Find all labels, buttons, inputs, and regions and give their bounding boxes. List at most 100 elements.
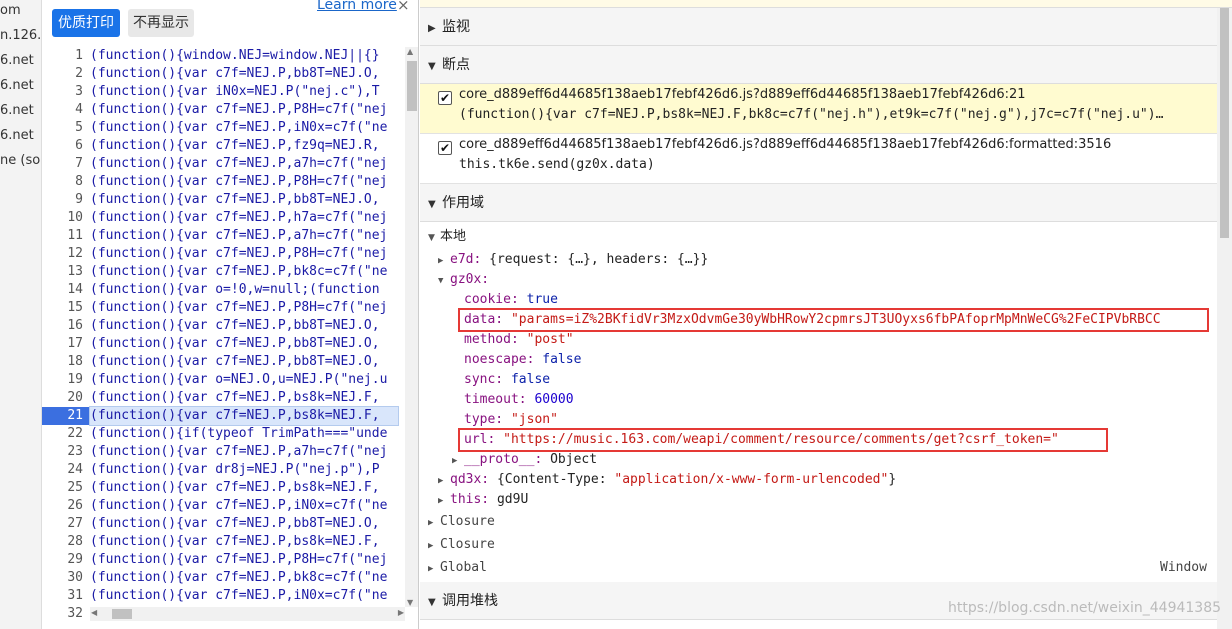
prop-method[interactable]: method: "post" — [464, 330, 574, 350]
code-line[interactable]: 20 (function(){var c7f=NEJ.P,bs8k=NEJ.F, — [42, 389, 418, 407]
code-line[interactable]: 8 (function(){var c7f=NEJ.P,P8H=c7f("nej — [42, 173, 418, 191]
code-line[interactable]: 16 (function(){var c7f=NEJ.P,bb8T=NEJ.O, — [42, 317, 418, 335]
line-number[interactable]: 8 — [42, 173, 90, 191]
code-line[interactable]: 26 (function(){var c7f=NEJ.P,iN0x=c7f("ne — [42, 497, 418, 515]
line-number[interactable]: 4 — [42, 101, 90, 119]
code-line[interactable]: 3 (function(){var iN0x=NEJ.P("nej.c"),T — [42, 83, 418, 101]
code-line[interactable]: 10 (function(){var c7f=NEJ.P,h7a=c7f("nej — [42, 209, 418, 227]
line-number[interactable]: 3 — [42, 83, 90, 101]
scroll-right-icon[interactable]: ▶ — [398, 608, 404, 617]
scroll-down-icon[interactable]: ▼ — [407, 598, 413, 607]
line-number[interactable]: 10 — [42, 209, 90, 227]
code-line[interactable]: 32 — [42, 605, 90, 623]
line-number[interactable]: 9 — [42, 191, 90, 209]
prop-sync[interactable]: sync: false — [464, 370, 550, 390]
line-number[interactable]: 18 — [42, 353, 90, 371]
code-line[interactable]: 27 (function(){var c7f=NEJ.P,bb8T=NEJ.O, — [42, 515, 418, 533]
line-number[interactable]: 29 — [42, 551, 90, 569]
editor-horizontal-scrollbar[interactable]: ◀ ▶ — [90, 607, 405, 621]
code-line[interactable]: 12 (function(){var c7f=NEJ.P,P8H=c7f("nej — [42, 245, 418, 263]
code-line[interactable]: 1 (function(){window.NEJ=window.NEJ||{} — [42, 47, 418, 65]
line-number[interactable]: 16 — [42, 317, 90, 335]
line-number[interactable]: 5 — [42, 119, 90, 137]
code-line[interactable]: 19 (function(){var o=NEJ.O,u=NEJ.P("nej.u — [42, 371, 418, 389]
editor-vertical-scrollbar[interactable]: ▲ ▼ — [405, 47, 418, 607]
scope-local[interactable]: ▼ 本地 — [428, 227, 466, 247]
scroll-up-icon[interactable]: ▲ — [407, 47, 413, 56]
code-line[interactable]: 7 (function(){var c7f=NEJ.P,a7h=c7f("nej — [42, 155, 418, 173]
line-number[interactable]: 24 — [42, 461, 90, 479]
watch-section-header[interactable]: ▶ 监视 — [420, 8, 1232, 46]
scope-closure[interactable]: ▶ Closure — [428, 512, 495, 532]
code-line[interactable]: 23 (function(){var c7f=NEJ.P,a7h=c7f("nej — [42, 443, 418, 461]
learn-more-link[interactable]: Learn more — [317, 0, 397, 13]
code-line[interactable]: 31 (function(){var c7f=NEJ.P,iN0x=c7f("ne — [42, 587, 418, 605]
close-icon[interactable]: × — [397, 0, 410, 14]
scroll-thumb[interactable] — [1220, 8, 1229, 238]
scroll-thumb[interactable] — [112, 609, 132, 619]
scope-var-e7d[interactable]: ▶ e7d: {request: {…}, headers: {…}} — [438, 250, 708, 270]
prop-proto[interactable]: ▶ __proto__: Object — [452, 450, 597, 470]
prop-timeout[interactable]: timeout: 60000 — [464, 390, 574, 410]
file-item[interactable]: om — [0, 0, 41, 23]
line-number[interactable]: 25 — [42, 479, 90, 497]
line-number[interactable]: 11 — [42, 227, 90, 245]
line-number[interactable]: 7 — [42, 155, 90, 173]
line-number[interactable]: 2 — [42, 65, 90, 83]
line-number[interactable]: 26 — [42, 497, 90, 515]
code-line[interactable]: 25 (function(){var c7f=NEJ.P,bs8k=NEJ.F, — [42, 479, 418, 497]
breakpoint-item[interactable]: ✔ core_d889eff6d44685f138aeb17febf426d6.… — [420, 84, 1232, 134]
code-line[interactable]: 13 (function(){var c7f=NEJ.P,bk8c=c7f("ne — [42, 263, 418, 281]
scroll-left-icon[interactable]: ◀ — [91, 608, 97, 617]
scope-var-this[interactable]: ▶ this: gd9U — [438, 490, 528, 510]
file-item[interactable]: 6.net — [0, 123, 41, 148]
line-number[interactable]: 31 — [42, 587, 90, 605]
scope-var-gz0x[interactable]: ▼ gz0x: — [438, 270, 489, 290]
scroll-thumb[interactable] — [407, 61, 417, 111]
line-number[interactable]: 14 — [42, 281, 90, 299]
file-item[interactable]: 6.net — [0, 48, 41, 73]
prop-type[interactable]: type: "json" — [464, 410, 558, 430]
line-number[interactable]: 17 — [42, 335, 90, 353]
code-line[interactable]: 5 (function(){var c7f=NEJ.P,iN0x=c7f("ne — [42, 119, 418, 137]
code-line[interactable]: 24 (function(){var dr8j=NEJ.P("nej.p"),P — [42, 461, 418, 479]
file-item[interactable]: 6.net — [0, 73, 41, 98]
file-item[interactable]: n.126.r — [0, 23, 41, 48]
prop-cookie[interactable]: cookie: true — [464, 290, 558, 310]
line-number[interactable]: 6 — [42, 137, 90, 155]
prop-noescape[interactable]: noescape: false — [464, 350, 581, 370]
line-number[interactable]: 28 — [42, 533, 90, 551]
file-item[interactable]: 6.net — [0, 98, 41, 123]
line-number[interactable]: 22 — [42, 425, 90, 443]
code-line[interactable]: 22 (function(){if(typeof TrimPath==="unde — [42, 425, 418, 443]
code-line[interactable]: 11 (function(){var c7f=NEJ.P,a7h=c7f("nej — [42, 227, 418, 245]
line-number[interactable]: 27 — [42, 515, 90, 533]
code-line[interactable]: 18 (function(){var c7f=NEJ.P,bb8T=NEJ.O, — [42, 353, 418, 371]
code-line-active[interactable]: 21 (function(){var c7f=NEJ.P,bs8k=NEJ.F, — [42, 406, 418, 426]
code-line[interactable]: 6 (function(){var c7f=NEJ.P,fz9q=NEJ.R, — [42, 137, 418, 155]
code-line[interactable]: 2 (function(){var c7f=NEJ.P,bb8T=NEJ.O, — [42, 65, 418, 83]
code-line[interactable]: 14 (function(){var o=!0,w=null;(function — [42, 281, 418, 299]
breakpoint-checkbox[interactable]: ✔ — [438, 91, 452, 105]
code-line[interactable]: 17 (function(){var c7f=NEJ.P,bb8T=NEJ.O, — [42, 335, 418, 353]
scope-closure[interactable]: ▶ Closure — [428, 535, 495, 555]
line-number[interactable]: 15 — [42, 299, 90, 317]
breakpoint-checkbox[interactable]: ✔ — [438, 141, 452, 155]
sidebar-scrollbar[interactable] — [1217, 8, 1232, 629]
scope-global[interactable]: ▶ Global — [428, 558, 487, 578]
scope-section-header[interactable]: ▼ 作用域 — [420, 184, 1232, 222]
line-number[interactable]: 32 — [42, 605, 90, 623]
line-number[interactable]: 30 — [42, 569, 90, 587]
dont-show-again-button[interactable]: 不再显示 — [128, 9, 194, 37]
file-item[interactable]: ne (so — [0, 148, 41, 173]
code-line[interactable]: 29 (function(){var c7f=NEJ.P,P8H=c7f("nej — [42, 551, 418, 569]
breakpoints-section-header[interactable]: ▼ 断点 — [420, 46, 1232, 84]
line-number[interactable]: 12 — [42, 245, 90, 263]
line-number[interactable]: 13 — [42, 263, 90, 281]
line-number[interactable]: 23 — [42, 443, 90, 461]
code-line[interactable]: 4 (function(){var c7f=NEJ.P,P8H=c7f("nej — [42, 101, 418, 119]
code-line[interactable]: 9 (function(){var c7f=NEJ.P,bb8T=NEJ.O, — [42, 191, 418, 209]
line-number[interactable]: 1 — [42, 47, 90, 65]
line-number[interactable]: 20 — [42, 389, 90, 407]
code-line[interactable]: 30 (function(){var c7f=NEJ.P,bk8c=c7f("ne — [42, 569, 418, 587]
